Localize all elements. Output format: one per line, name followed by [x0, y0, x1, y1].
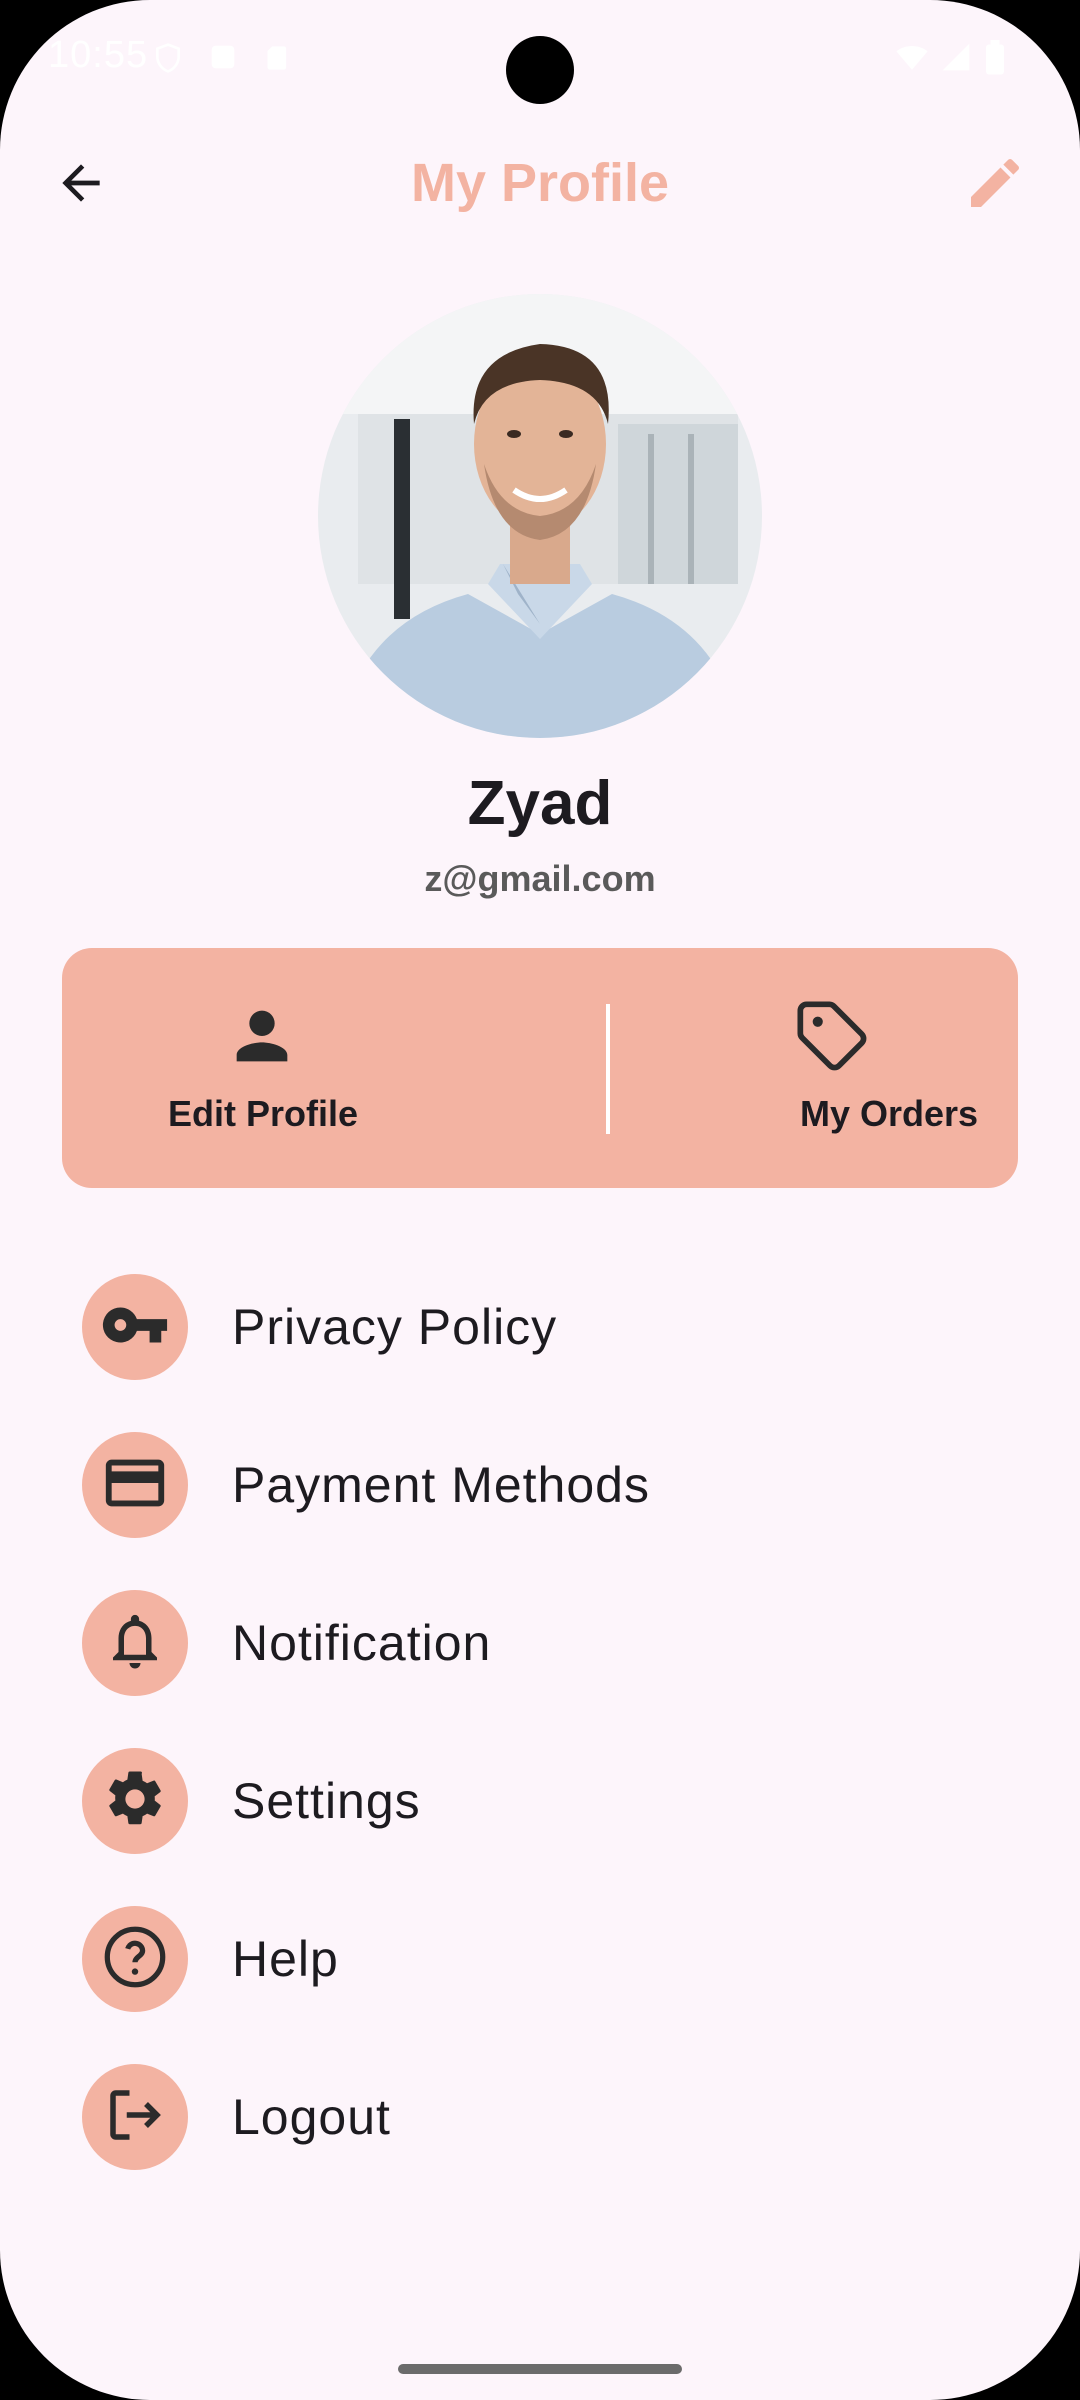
my-orders-action[interactable]: My Orders: [540, 948, 1018, 1188]
menu-item-notification[interactable]: Notification: [82, 1564, 982, 1722]
menu-icon-background: [82, 1748, 188, 1854]
status-bar: 10:55: [0, 0, 1080, 110]
menu-icon-background: [82, 2064, 188, 2170]
profile-actions-card: Edit Profile My Orders: [62, 948, 1018, 1188]
menu-icon-background: [82, 1906, 188, 2012]
menu-item-settings[interactable]: Settings: [82, 1722, 982, 1880]
shield-status-icon: [152, 40, 184, 81]
menu-label-settings: Settings: [232, 1773, 421, 1829]
gear-icon: [102, 1766, 168, 1837]
signal-icon: [940, 40, 972, 79]
help-circle-icon: [100, 1922, 170, 1997]
status-time: 10:55: [48, 34, 149, 76]
key-icon: [100, 1290, 170, 1365]
user-email: z@gmail.com: [424, 858, 656, 899]
home-indicator[interactable]: [398, 2364, 682, 2374]
menu-item-payment-methods[interactable]: Payment Methods: [82, 1406, 982, 1564]
profile-menu: Privacy Policy Payment Methods Notificat…: [82, 1248, 982, 2196]
sd-card-status-icon: [264, 40, 292, 81]
edit-profile-button[interactable]: [950, 140, 1040, 230]
pencil-icon: [963, 151, 1027, 220]
menu-icon-background: [82, 1590, 188, 1696]
menu-label-logout: Logout: [232, 2089, 391, 2145]
bell-icon: [102, 1608, 168, 1679]
person-icon: [224, 998, 300, 1074]
wifi-icon: [892, 40, 932, 79]
menu-icon-background: [82, 1274, 188, 1380]
edit-profile-action[interactable]: Edit Profile: [62, 948, 540, 1188]
app-bar: My Profile: [0, 130, 1080, 240]
avatar: [318, 294, 762, 738]
camera-cutout: [506, 36, 574, 104]
credit-card-icon: [100, 1448, 170, 1523]
page-title: My Profile: [410, 153, 670, 213]
logout-icon: [102, 2082, 168, 2153]
menu-item-help[interactable]: Help: [82, 1880, 982, 2038]
menu-label-notification: Notification: [232, 1615, 492, 1671]
sim-status-icon: [208, 40, 238, 79]
my-orders-label: My Orders: [800, 1093, 979, 1134]
tag-icon: [794, 998, 870, 1074]
menu-label-help: Help: [232, 1931, 339, 1987]
menu-label-payment-methods: Payment Methods: [232, 1457, 650, 1513]
menu-label-privacy-policy: Privacy Policy: [232, 1299, 558, 1355]
edit-profile-label: Edit Profile: [168, 1093, 359, 1134]
menu-icon-background: [82, 1432, 188, 1538]
menu-item-logout[interactable]: Logout: [82, 2038, 982, 2196]
battery-icon: [984, 40, 1006, 81]
user-name: Zyad: [467, 769, 613, 838]
menu-item-privacy-policy[interactable]: Privacy Policy: [82, 1248, 982, 1406]
profile-screen: 10:55 My Profile Zyad z@gmail.com Edit P…: [0, 0, 1080, 2400]
